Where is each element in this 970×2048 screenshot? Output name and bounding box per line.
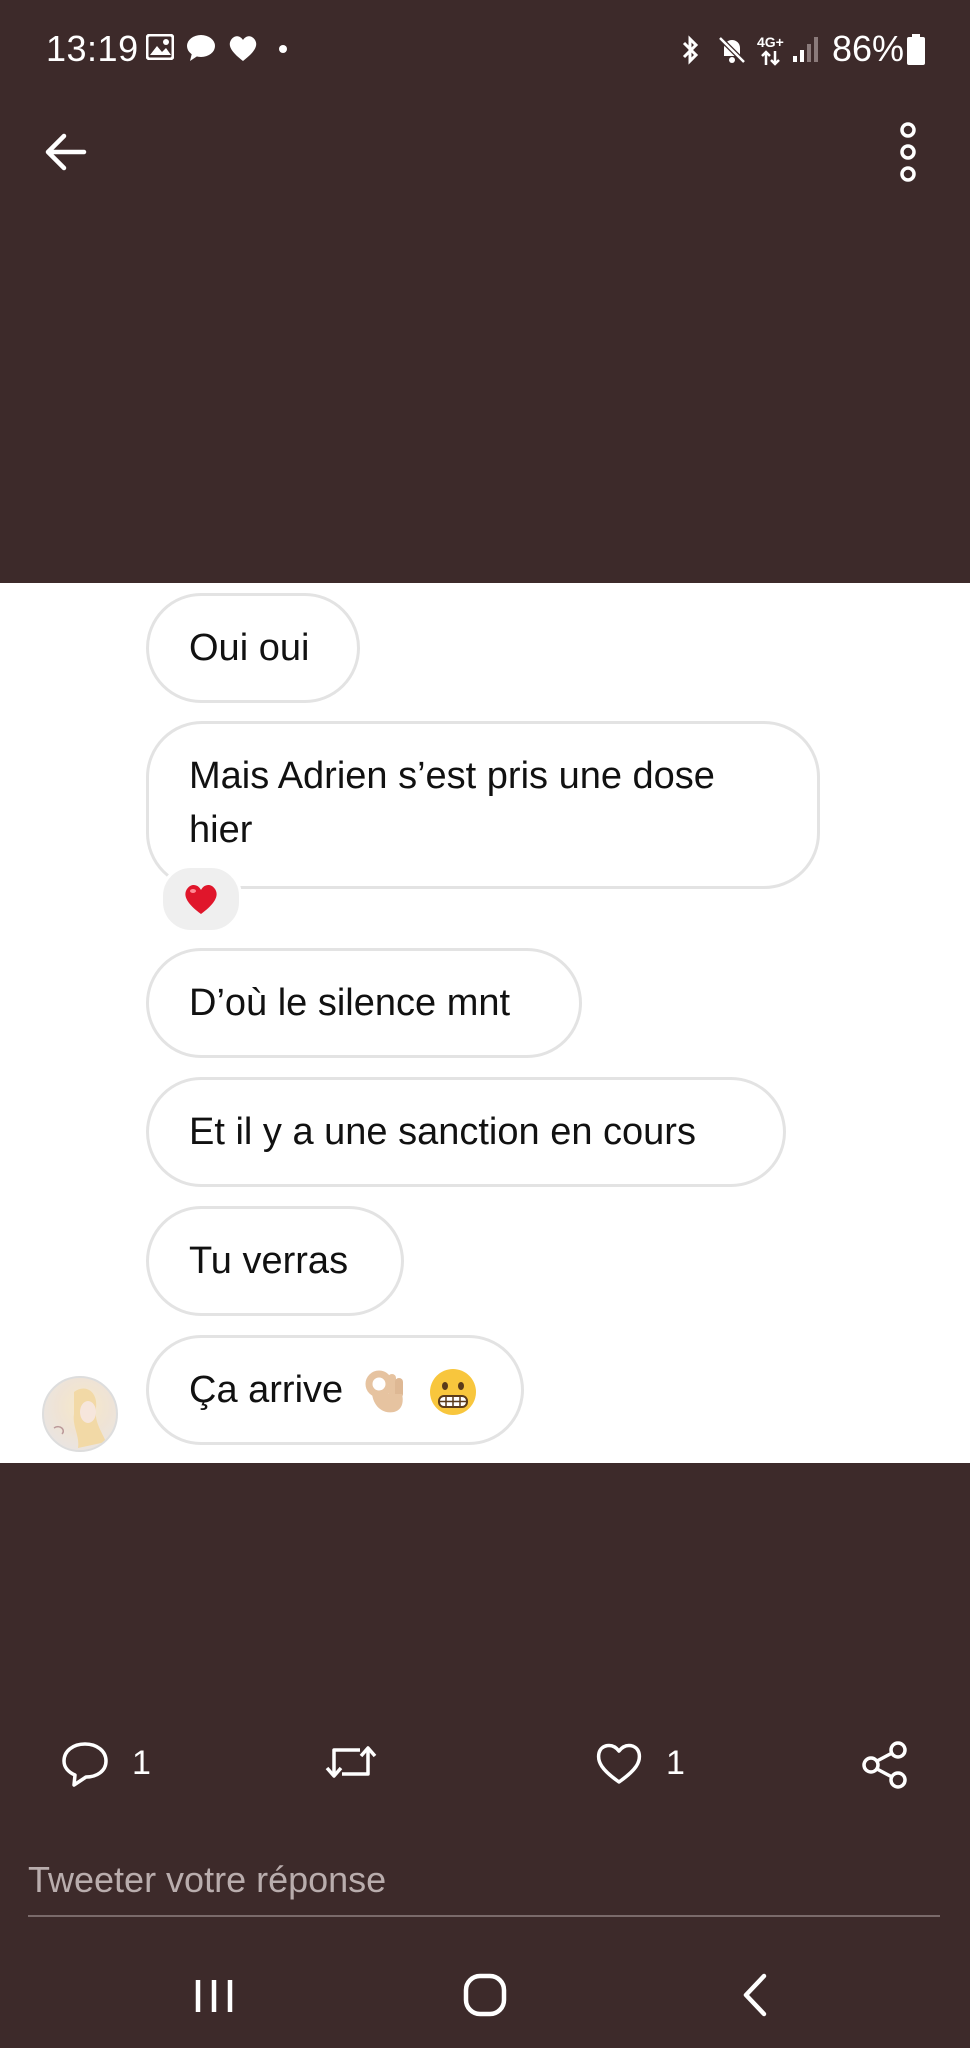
message-text: Oui oui (189, 627, 310, 669)
tweet-action-bar: 1 1 (0, 1730, 970, 1800)
home-icon[interactable] (460, 1970, 510, 2020)
message-bubble: Ça arrive (146, 1335, 524, 1445)
recent-apps-icon[interactable] (190, 1972, 240, 2018)
avatar-portrait-icon (53, 1388, 106, 1448)
system-back-icon[interactable] (736, 1970, 776, 2020)
message-text: D’où le silence mnt (189, 982, 511, 1024)
message-bubble: Et il y a une sanction en cours (146, 1077, 786, 1187)
reply-input[interactable] (28, 1845, 940, 1917)
message-text: Et il y a une sanction en cours (189, 1111, 696, 1153)
network-type-label: 4G+ (757, 34, 784, 50)
ok-hand-emoji-icon (365, 1370, 403, 1413)
battery-icon (907, 34, 925, 65)
message-text: Tu verras (189, 1240, 349, 1282)
back-arrow-icon[interactable] (40, 126, 92, 178)
top-app-bar (0, 100, 970, 200)
message-text: Mais Adrien s’est pris une dose hier (189, 755, 715, 851)
reply-count: 1 (132, 1744, 151, 1782)
system-navigation-bar (0, 1950, 970, 2048)
more-notifications-dot-icon (279, 45, 287, 53)
retweet-icon[interactable] (324, 1740, 378, 1784)
signal-icon (793, 37, 818, 62)
like-count: 1 (666, 1744, 685, 1782)
message-bubble: D’où le silence mnt (146, 948, 582, 1058)
gallery-notification-icon (146, 34, 174, 60)
message-bubble: Mais Adrien s’est pris une dose hier (146, 721, 820, 889)
battery-percentage: 86% (832, 28, 905, 69)
mute-icon (718, 36, 746, 64)
heart-notification-icon (229, 36, 257, 61)
bluetooth-icon (682, 35, 699, 65)
message-bubble: Tu verras (146, 1206, 404, 1316)
message-text: Ça arrive (189, 1369, 344, 1411)
grimacing-face-emoji-icon (430, 1368, 477, 1415)
data-transfer-icon (761, 50, 780, 66)
share-icon[interactable] (860, 1740, 910, 1790)
avatar (42, 1376, 118, 1452)
status-bar: 13:19 4G+ 86% (0, 0, 970, 100)
more-options-icon[interactable] (890, 120, 926, 184)
message-bubble: Oui oui (146, 593, 360, 703)
like-heart-icon[interactable] (594, 1740, 644, 1786)
message-reaction (160, 865, 242, 933)
heart-emoji-icon (185, 884, 217, 914)
reply-icon[interactable] (60, 1740, 110, 1788)
status-time: 13:19 (46, 28, 139, 69)
conversation-screenshot[interactable]: Oui oui Mais Adrien s’est pris une dose … (0, 583, 970, 1463)
chat-notification-icon (187, 35, 215, 61)
